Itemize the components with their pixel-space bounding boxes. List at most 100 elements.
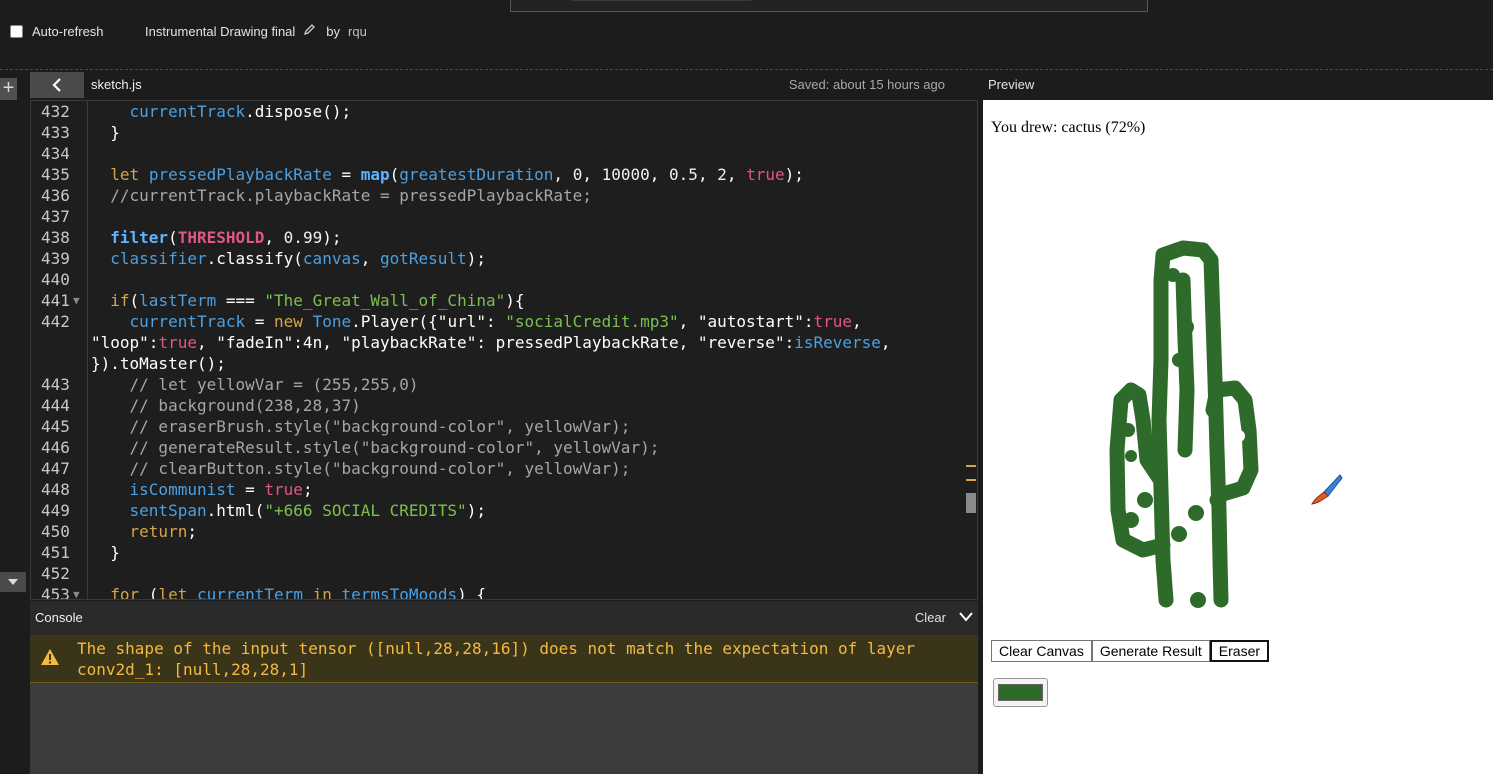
header-divider bbox=[0, 69, 1493, 70]
code-line[interactable]: 436 //currentTrack.playbackRate = presse… bbox=[31, 185, 977, 206]
code-text: currentTrack.dispose(); bbox=[129, 102, 352, 121]
result-text: You drew: cactus (72%) bbox=[991, 119, 1146, 136]
username-link[interactable]: rqu bbox=[348, 24, 367, 39]
line-number: 440 bbox=[41, 270, 70, 289]
warning-icon bbox=[41, 649, 59, 665]
line-number: 445 bbox=[41, 417, 70, 436]
code-line[interactable]: 440 bbox=[31, 269, 977, 290]
console-header: Console Clear bbox=[30, 601, 978, 635]
saved-status: Saved: about 15 hours ago bbox=[788, 77, 945, 92]
line-number: 449 bbox=[41, 501, 70, 520]
code-text: // generateResult.style("background-colo… bbox=[91, 438, 660, 457]
console-warning-text: The shape of the input tensor ([null,28,… bbox=[77, 639, 925, 679]
by-label: by bbox=[326, 23, 341, 39]
preview-pane[interactable]: You drew: cactus (72%) Clear Canvas Gene… bbox=[983, 100, 1493, 774]
code-line[interactable]: 451 } bbox=[31, 542, 977, 563]
code-line[interactable]: 449 sentSpan.html("+666 SOCIAL CREDITS")… bbox=[31, 500, 977, 521]
code-line[interactable]: 432 currentTrack.dispose(); bbox=[31, 101, 977, 122]
code-text: return; bbox=[129, 522, 197, 541]
auto-refresh-toggle[interactable]: Auto-refresh bbox=[10, 24, 104, 39]
line-number: 438 bbox=[41, 228, 70, 247]
line-number: 451 bbox=[41, 543, 70, 562]
clear-canvas-button[interactable]: Clear Canvas bbox=[991, 640, 1092, 662]
code-text: } bbox=[91, 123, 120, 142]
code-line[interactable]: 443 // let yellowVar = (255,255,0) bbox=[31, 374, 977, 395]
editor-scrollbar-thumb[interactable] bbox=[966, 493, 976, 513]
code-text: classifier.classify(canvas, gotResult); bbox=[110, 249, 486, 268]
file-name: sketch.js bbox=[91, 77, 142, 92]
auto-refresh-checkbox[interactable] bbox=[10, 25, 23, 38]
code-line[interactable]: 446 // generateResult.style("background-… bbox=[31, 437, 977, 458]
line-number: 450 bbox=[41, 522, 70, 541]
chevron-down-icon[interactable] bbox=[958, 610, 974, 624]
console-clear-button[interactable]: Clear bbox=[915, 610, 946, 625]
line-number: 443 bbox=[41, 375, 70, 394]
code-text: // background(238,28,37) bbox=[91, 396, 361, 415]
line-number: 448 bbox=[41, 480, 70, 499]
line-number: 433 bbox=[41, 123, 70, 142]
code-line[interactable]: 447 // clearButton.style("background-col… bbox=[31, 458, 977, 479]
code-line[interactable]: 442 currentTrack = new Tone.Player({"url… bbox=[31, 311, 977, 374]
line-number: 442 bbox=[41, 312, 70, 331]
code-line[interactable]: 435 let pressedPlaybackRate = map(greate… bbox=[31, 164, 977, 185]
sketch-name[interactable]: Instrumental Drawing final bbox=[145, 24, 295, 39]
code-text: // clearButton.style("background-color",… bbox=[91, 459, 631, 478]
sketch-title-area: Instrumental Drawing final by rqu bbox=[145, 23, 367, 39]
chevron-left-icon bbox=[52, 78, 61, 92]
brush-color-picker[interactable] bbox=[993, 678, 1048, 707]
code-text: // let yellowVar = (255,255,0) bbox=[91, 375, 419, 394]
line-number: 432 bbox=[41, 102, 70, 121]
line-number: 447 bbox=[41, 459, 70, 478]
line-number: 435 bbox=[41, 165, 70, 184]
code-editor[interactable]: 432 currentTrack.dispose(); 433 } 434 435 l… bbox=[30, 100, 978, 600]
code-line[interactable]: 450 return; bbox=[31, 521, 977, 542]
drawing-controls: Clear Canvas Generate Result Eraser bbox=[991, 640, 1270, 662]
code-text: if(lastTerm === "The_Great_Wall_of_China… bbox=[110, 291, 525, 310]
line-number: 436 bbox=[41, 186, 70, 205]
code-line[interactable]: 434 bbox=[31, 143, 977, 164]
collapse-sidebar-button[interactable] bbox=[30, 72, 84, 98]
generate-result-button[interactable]: Generate Result bbox=[1091, 640, 1210, 662]
add-file-button[interactable]: + bbox=[0, 78, 17, 100]
code-text: isCommunist = true; bbox=[129, 480, 313, 499]
preview-label: Preview bbox=[988, 77, 1035, 92]
code-line[interactable]: 444 // background(238,28,37) bbox=[31, 395, 977, 416]
console-warning: The shape of the input tensor ([null,28,… bbox=[30, 635, 978, 683]
code-line[interactable]: 453 ▼ for (let currentTerm in termsToMood… bbox=[31, 584, 977, 600]
code-line[interactable]: 437 bbox=[31, 206, 977, 227]
pencil-icon[interactable] bbox=[303, 23, 316, 39]
line-number: 453 bbox=[41, 585, 70, 600]
fold-arrow-icon[interactable]: ▼ bbox=[73, 290, 80, 311]
code-lines[interactable]: 432 currentTrack.dispose(); 433 } 434 435 l… bbox=[31, 101, 977, 600]
line-number: 441 bbox=[41, 291, 70, 310]
top-dropdown-panel bbox=[510, 0, 1148, 12]
drawing-canvas[interactable] bbox=[1073, 220, 1373, 650]
console-body: The shape of the input tensor ([null,28,… bbox=[30, 635, 978, 774]
line-number: 437 bbox=[41, 207, 70, 226]
console-title: Console bbox=[35, 610, 83, 625]
code-line[interactable]: 439 classifier.classify(canvas, gotResul… bbox=[31, 248, 977, 269]
line-number: 439 bbox=[41, 249, 70, 268]
code-text: sentSpan.html("+666 SOCIAL CREDITS"); bbox=[129, 501, 486, 520]
line-number: 446 bbox=[41, 438, 70, 457]
code-line[interactable]: 441 ▼ if(lastTerm === "The_Great_Wall_of_… bbox=[31, 290, 977, 311]
top-bar: Auto-refresh Instrumental Drawing final … bbox=[0, 0, 1493, 70]
fold-arrow-icon[interactable]: ▼ bbox=[73, 584, 80, 599]
code-line[interactable]: 433 } bbox=[31, 122, 977, 143]
code-text: filter(THRESHOLD, 0.99); bbox=[110, 228, 342, 247]
code-line[interactable]: 445 // eraserBrush.style("background-col… bbox=[31, 416, 977, 437]
editor-header: sketch.js Saved: about 15 hours ago bbox=[30, 72, 978, 100]
code-text: let pressedPlaybackRate = map(greatestDu… bbox=[110, 165, 804, 184]
code-line[interactable]: 438 filter(THRESHOLD, 0.99); bbox=[31, 227, 977, 248]
line-number: 444 bbox=[41, 396, 70, 415]
eraser-button[interactable]: Eraser bbox=[1209, 640, 1270, 662]
sidebar-collapsed bbox=[0, 72, 30, 774]
line-number: 452 bbox=[41, 564, 70, 583]
line-number: 434 bbox=[41, 144, 70, 163]
code-line[interactable]: 448 isCommunist = true; bbox=[31, 479, 977, 500]
code-text: for (let currentTerm in termsToMoods) { bbox=[110, 585, 486, 600]
code-line[interactable]: 452 bbox=[31, 563, 977, 584]
auto-refresh-label: Auto-refresh bbox=[32, 24, 104, 39]
sidebar-collapse-toggle[interactable] bbox=[0, 572, 26, 592]
code-text: // eraserBrush.style("background-color",… bbox=[91, 417, 631, 436]
